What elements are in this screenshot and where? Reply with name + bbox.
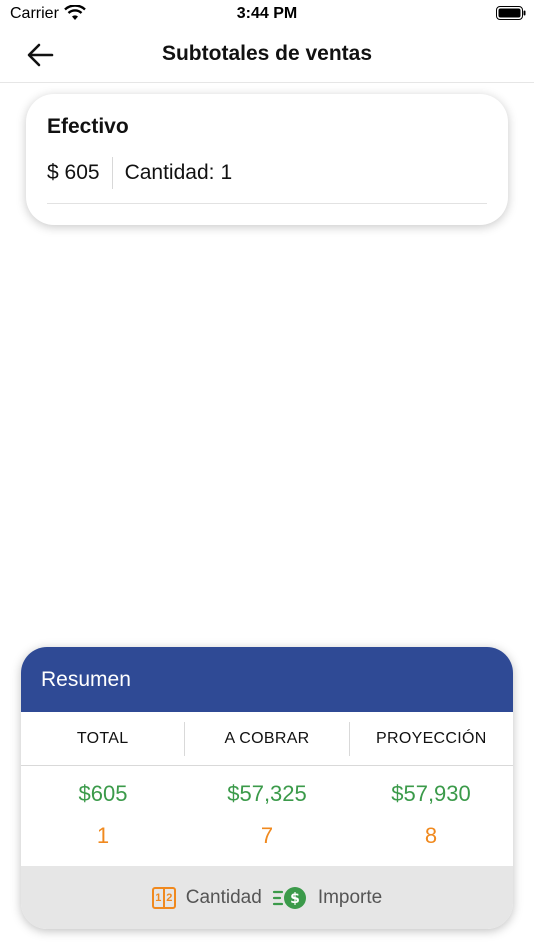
total-count: 1 <box>96 823 110 848</box>
legend-quantity[interactable]: 12 Cantidad <box>151 886 262 909</box>
summary-legend: 12 Cantidad $ Importe <box>21 866 513 929</box>
legend-amount[interactable]: $ Importe <box>272 886 382 910</box>
payment-method-card[interactable]: Efectivo $ 605 Cantidad: 1 <box>26 94 508 225</box>
summary-column-proyeccion: $57,930 8 <box>349 766 513 850</box>
summary-values: $605 1 $57,325 7 $57,930 8 <box>21 766 513 850</box>
summary-column-a-cobrar: $57,325 7 <box>185 766 349 850</box>
battery-icon <box>496 6 526 20</box>
navigation-bar: Subtotales de ventas <box>0 28 534 83</box>
summary-panel: Resumen TOTAL A COBRAR PROYECCIÓN $605 1… <box>21 647 513 929</box>
column-header-total: TOTAL <box>76 729 129 747</box>
column-header-a-cobrar: A COBRAR <box>184 721 348 756</box>
summary-column-headers: TOTAL A COBRAR PROYECCIÓN <box>21 712 513 766</box>
quantity-value: 1 <box>220 161 233 184</box>
column-header-proyeccion: PROYECCIÓN <box>348 721 513 756</box>
clock: 3:44 PM <box>236 5 298 22</box>
legend-amount-label: Importe <box>317 886 383 908</box>
payment-amount: $ 605 <box>47 161 100 184</box>
payment-quantity: Cantidad: 1 <box>113 161 233 185</box>
payment-method-title: Efectivo <box>47 115 129 138</box>
money-icon: $ <box>272 886 306 909</box>
summary-header: Resumen <box>21 647 513 712</box>
payment-method-row: $ 605 Cantidad: 1 <box>47 156 232 190</box>
quantity-icon: 12 <box>151 886 176 909</box>
legend-quantity-label: Cantidad <box>185 886 262 908</box>
proyeccion-amount: $57,930 <box>391 781 471 806</box>
svg-text:$: $ <box>290 891 300 907</box>
quantity-label: Cantidad: <box>124 161 215 184</box>
summary-column-total: $605 1 <box>21 766 185 850</box>
summary-title: Resumen <box>41 667 131 691</box>
card-divider <box>47 203 487 204</box>
page-title: Subtotales de ventas <box>161 42 373 65</box>
a-cobrar-count: 7 <box>260 823 274 848</box>
proyeccion-count: 8 <box>424 823 438 848</box>
total-amount: $605 <box>78 781 128 806</box>
a-cobrar-amount: $57,325 <box>227 781 307 806</box>
status-bar: Carrier 3:44 PM <box>0 0 534 28</box>
